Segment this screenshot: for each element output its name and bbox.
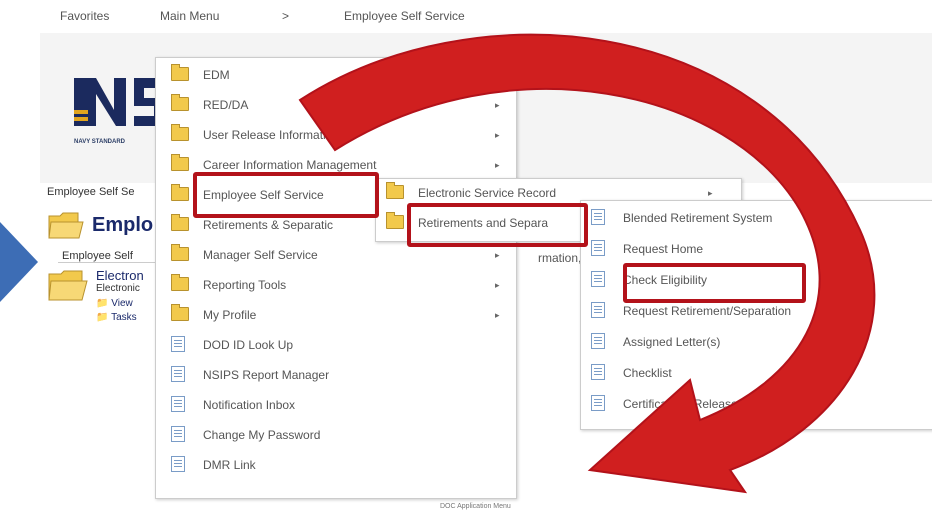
highlight-employee-self-service <box>193 172 379 218</box>
highlight-retirements <box>407 203 588 247</box>
highlight-check-eligibility <box>623 263 806 303</box>
red-arrow-icon <box>298 33 876 494</box>
